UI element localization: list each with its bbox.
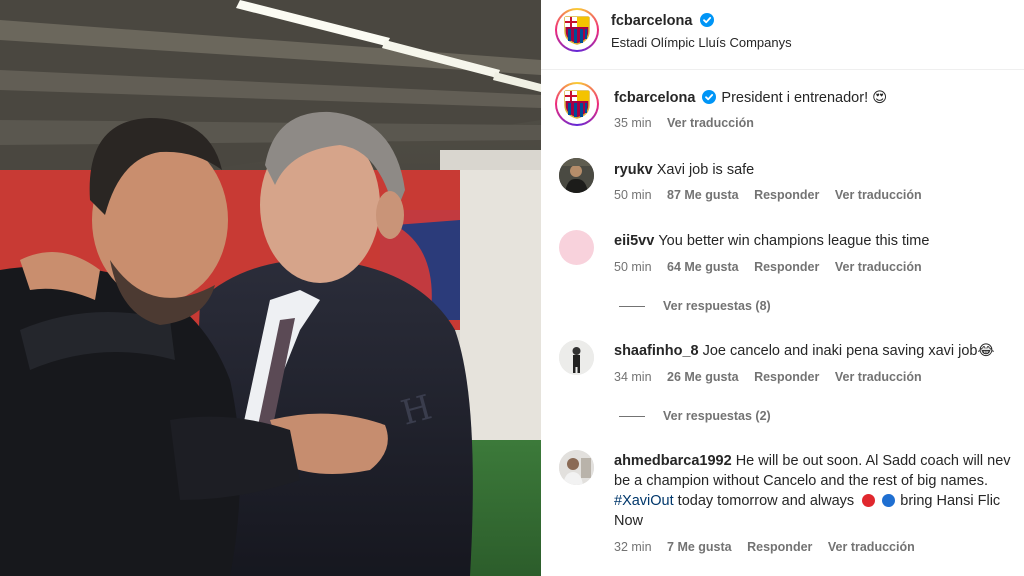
caption-translate-link[interactable]: Ver traducción bbox=[667, 116, 754, 130]
caption-username[interactable]: fcbarcelona bbox=[614, 90, 695, 106]
comment-meta: 34 min 26 Me gusta Responder Ver traducc… bbox=[614, 370, 934, 384]
comment-likes[interactable]: 64 Me gusta bbox=[667, 260, 739, 274]
translate-link[interactable]: Ver traducción bbox=[828, 540, 915, 554]
comment-text: bring Hansi Flic bbox=[900, 493, 1001, 509]
commenter-avatar[interactable] bbox=[559, 158, 594, 193]
account-avatar[interactable] bbox=[555, 8, 599, 52]
caption-text-line: fcbarcelona President i entrenador! 😍 bbox=[614, 88, 887, 108]
comment-text-line: #XaviOut today tomorrow and always bring… bbox=[614, 491, 1000, 511]
caption-text: President i entrenador! 😍 bbox=[721, 90, 888, 106]
comment-likes[interactable]: 7 Me gusta bbox=[667, 540, 732, 554]
post-photo[interactable]: H bbox=[0, 0, 541, 576]
comment-row: eii5vv You better win champions league th… bbox=[541, 230, 1024, 320]
replies-divider bbox=[619, 416, 645, 418]
comment-username[interactable]: shaafinho_8 bbox=[614, 343, 699, 359]
comment-text-line: shaafinho_8 Joe cancelo and inaki pena sa… bbox=[614, 341, 994, 361]
comment-time[interactable]: 50 min bbox=[614, 260, 652, 274]
translate-link[interactable]: Ver traducción bbox=[835, 188, 922, 202]
reply-button[interactable]: Responder bbox=[754, 260, 819, 274]
comment-row: ahmedbarca1992 He will be out soon. Al Sa… bbox=[541, 450, 1024, 570]
comment-username[interactable]: ahmedbarca1992 bbox=[614, 453, 732, 469]
view-replies-button[interactable]: Ver respuestas (8) bbox=[619, 299, 771, 313]
comment-text: be a champion without Cancelo and the re… bbox=[614, 473, 989, 489]
comment-text: today tomorrow and always bbox=[673, 493, 855, 509]
commenter-avatar[interactable] bbox=[559, 340, 594, 375]
view-replies-label: Ver respuestas (2) bbox=[663, 409, 771, 423]
commenter-avatar[interactable] bbox=[559, 230, 594, 265]
post-location[interactable]: Estadi Olímpic Lluís Companys bbox=[611, 35, 792, 50]
comment-meta: 32 min 7 Me gusta Responder Ver traducci… bbox=[614, 540, 927, 554]
fcb-crest-icon bbox=[559, 86, 595, 122]
comment-text: You better win champions league this tim… bbox=[658, 233, 930, 249]
post-panel: fcbarcelona Estadi Olímpic Lluís Company… bbox=[541, 0, 1024, 576]
comment-text-line: ahmedbarca1992 He will be out soon. Al Sa… bbox=[614, 451, 1011, 471]
comment-text: Xavi job is safe bbox=[656, 162, 755, 178]
comment-username[interactable]: eii5vv bbox=[614, 233, 654, 249]
reply-button[interactable]: Responder bbox=[754, 188, 819, 202]
verified-badge-icon bbox=[699, 13, 714, 27]
comment-row: shaafinho_8 Joe cancelo and inaki pena sa… bbox=[541, 340, 1024, 430]
verified-badge-icon bbox=[702, 90, 717, 104]
caption-time[interactable]: 35 min bbox=[614, 116, 652, 130]
post-header: fcbarcelona Estadi Olímpic Lluís Company… bbox=[541, 0, 1024, 70]
replies-divider bbox=[619, 306, 645, 308]
caption-meta: 35 min Ver traducción bbox=[614, 116, 766, 130]
view-replies-label: Ver respuestas (8) bbox=[663, 299, 771, 313]
comment-text: Now bbox=[614, 513, 644, 529]
red-circle-emoji bbox=[862, 494, 876, 507]
comment-text-line: eii5vv You better win champions league th… bbox=[614, 231, 929, 251]
comment-text-line: ryukv Xavi job is safe bbox=[614, 160, 754, 180]
comment-text-line: Now bbox=[614, 511, 643, 531]
blue-circle-emoji bbox=[882, 494, 896, 507]
comment-text: Joe cancelo and inaki pena saving xavi j… bbox=[702, 343, 995, 359]
comment-time[interactable]: 34 min bbox=[614, 370, 652, 384]
account-username[interactable]: fcbarcelona bbox=[611, 13, 692, 29]
translate-link[interactable]: Ver traducción bbox=[835, 370, 922, 384]
reply-button[interactable]: Responder bbox=[754, 370, 819, 384]
comment-row: ryukv Xavi job is safe 50 min 87 Me gusta… bbox=[541, 158, 1024, 208]
comment-meta: 50 min 87 Me gusta Responder Ver traducc… bbox=[614, 188, 934, 202]
caption-row: fcbarcelona President i entrenador! 😍 35 … bbox=[541, 82, 1024, 137]
comment-likes[interactable]: 87 Me gusta bbox=[667, 188, 739, 202]
comment-meta: 50 min 64 Me gusta Responder Ver traducc… bbox=[614, 260, 934, 274]
comment-text: He will be out soon. Al Sadd coach will … bbox=[735, 453, 1011, 469]
comment-time[interactable]: 32 min bbox=[614, 540, 652, 554]
fcb-crest-icon bbox=[559, 12, 595, 48]
reply-button[interactable]: Responder bbox=[747, 540, 812, 554]
commenter-avatar[interactable] bbox=[559, 450, 594, 485]
hashtag-link[interactable]: #XaviOut bbox=[614, 493, 674, 509]
caption-avatar[interactable] bbox=[555, 82, 599, 126]
comment-time[interactable]: 50 min bbox=[614, 188, 652, 202]
comment-username[interactable]: ryukv bbox=[614, 162, 653, 178]
translate-link[interactable]: Ver traducción bbox=[835, 260, 922, 274]
comment-text-line: be a champion without Cancelo and the re… bbox=[614, 471, 988, 491]
view-replies-button[interactable]: Ver respuestas (2) bbox=[619, 409, 771, 423]
photo-illustration: H bbox=[0, 0, 541, 576]
comment-likes[interactable]: 26 Me gusta bbox=[667, 370, 739, 384]
